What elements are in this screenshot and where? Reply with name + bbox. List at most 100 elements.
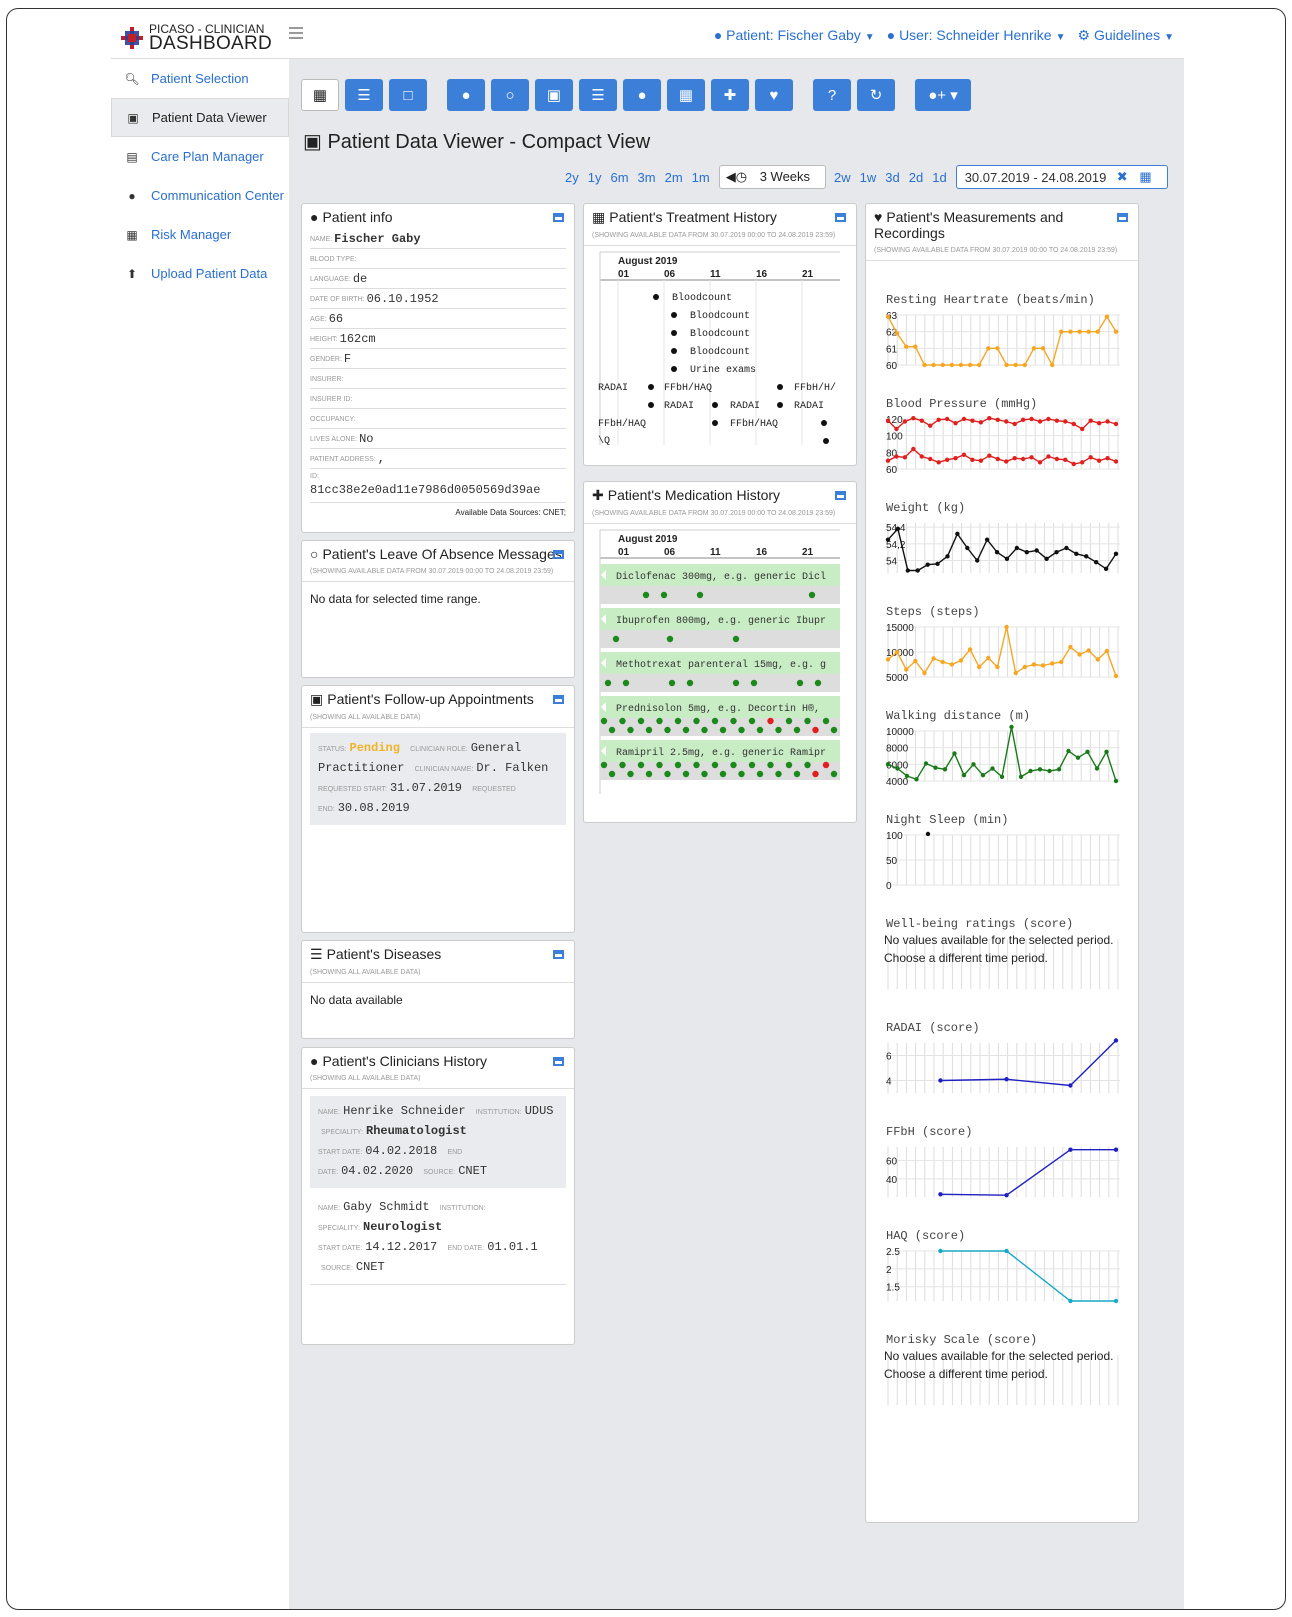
table-view-button[interactable]: ▦ — [301, 79, 339, 111]
range-3m[interactable]: 3m — [638, 170, 656, 185]
minimize-icon[interactable] — [553, 1057, 564, 1066]
chart-title: RADAI (score) — [886, 1021, 980, 1035]
event-dot — [777, 402, 783, 408]
patient-field: LIVES ALONE: No — [310, 429, 566, 449]
diseases-panel: ☰ Patient's Diseases (SHOWING ALL AVAILAB… — [301, 940, 575, 1039]
data-point — [1088, 455, 1093, 460]
data-point — [942, 767, 948, 772]
range-2w[interactable]: 2w — [834, 170, 851, 185]
guidelines-menu[interactable]: ⚙ Guidelines ▼ — [1077, 27, 1174, 44]
appointments-button[interactable]: ▣ — [535, 79, 573, 111]
gear-icon: ⚙ — [1077, 27, 1091, 43]
data-point — [940, 659, 945, 665]
minimize-icon[interactable] — [1117, 213, 1128, 222]
data-point — [1093, 559, 1099, 565]
range-2d[interactable]: 2d — [909, 170, 923, 185]
dose-dot — [738, 770, 745, 778]
data-point — [995, 346, 1000, 351]
sidebar-item-communication-center[interactable]: ● Communication Center — [111, 176, 289, 215]
data-point — [1063, 457, 1068, 463]
timeline-tick: 06 — [664, 269, 676, 280]
user-menu[interactable]: ● User: Schneider Henrike ▼ — [887, 27, 1066, 44]
medication-dots-row — [600, 630, 840, 648]
range-3d[interactable]: 3d — [885, 170, 899, 185]
dose-dot — [830, 726, 838, 734]
data-point — [944, 416, 950, 422]
hospital-icon: ▦ — [678, 87, 694, 104]
chart-grid — [887, 1251, 1119, 1301]
y-tick-label: 60 — [886, 361, 898, 372]
diseases-button[interactable]: ☰ — [579, 79, 617, 111]
data-point — [1085, 749, 1090, 755]
dose-dot — [627, 726, 634, 734]
add-user-button[interactable]: ●+ ▾ — [915, 79, 971, 111]
sidebar-item-label: Risk Manager — [151, 227, 232, 242]
patient-info-button[interactable]: ● — [447, 79, 485, 111]
top-bar: PICASO - CLINICIAN DASHBOARD ● Patient: … — [111, 9, 1184, 59]
date-range-input[interactable]: 30.07.2019 - 24.08.2019 ✖ ▦ — [955, 165, 1168, 189]
data-point — [1113, 673, 1119, 679]
data-point — [1105, 419, 1110, 424]
event-label: Urine exams — [690, 364, 756, 376]
dose-dot — [608, 726, 616, 734]
sidebar-item-care-plan-manager[interactable]: ▤ Care Plan Manager — [111, 137, 289, 176]
range-1d[interactable]: 1d — [932, 170, 946, 185]
folder-button[interactable]: □ — [389, 79, 427, 111]
minimize-icon[interactable] — [553, 550, 564, 559]
label: END DATE: — [447, 1245, 485, 1252]
data-point — [1054, 456, 1060, 462]
logo[interactable]: PICASO - CLINICIAN DASHBOARD — [121, 23, 272, 53]
range-1m[interactable]: 1m — [692, 170, 710, 185]
minimize-icon[interactable] — [835, 491, 846, 500]
data-point — [1086, 329, 1091, 334]
dose-dot — [668, 679, 676, 687]
range-2y[interactable]: 2y — [565, 170, 579, 185]
minimize-icon[interactable] — [553, 695, 564, 704]
data-point — [977, 664, 982, 670]
minimize-icon[interactable] — [835, 213, 846, 222]
field-value: 81cc38e2e0ad11e7986d0050569d39ae — [310, 483, 541, 497]
minimize-icon[interactable] — [553, 950, 564, 959]
medkit-icon: ✚ — [592, 487, 604, 503]
treatment-button[interactable]: ▦ — [667, 79, 705, 111]
timeline-tick: 01 — [618, 547, 630, 558]
medication-label: Ramipril 2.5mg, e.g. generic Ramipr — [616, 747, 826, 759]
range-6m[interactable]: 6m — [610, 170, 628, 185]
data-point — [904, 667, 909, 672]
list-view-button[interactable]: ☰ — [345, 79, 383, 111]
dose-dot — [796, 679, 804, 687]
data-point — [1044, 556, 1049, 562]
minimize-icon[interactable] — [553, 213, 564, 222]
sidebar-item-patient-data-viewer[interactable]: ▣ Patient Data Viewer — [111, 98, 289, 137]
clinicians-button[interactable]: ● — [623, 79, 661, 111]
sidebar-item-risk-manager[interactable]: ▦ Risk Manager — [111, 215, 289, 254]
data-point — [919, 454, 924, 459]
sidebar-item-upload-patient-data[interactable]: ⬆ Upload Patient Data — [111, 254, 289, 293]
patient-menu[interactable]: ● Patient: Fischer Gaby ▼ — [714, 27, 875, 44]
data-point — [1075, 755, 1081, 760]
range-1w[interactable]: 1w — [860, 170, 877, 185]
patient-field: NAME: Fischer Gaby — [310, 229, 566, 249]
range-2m[interactable]: 2m — [665, 170, 683, 185]
label: NAME: — [318, 1109, 341, 1116]
series-line — [887, 726, 1117, 782]
sidebar-item-patient-selection[interactable]: 🔍︎ Patient Selection — [111, 59, 289, 98]
clear-icon[interactable]: ✖ — [1117, 169, 1128, 185]
followup-panel: ▣ Patient's Follow-up Appointments (SHOWI… — [301, 685, 575, 933]
hamburger-icon[interactable] — [289, 27, 303, 42]
event-label: Bloodcount — [690, 328, 750, 340]
range-selected[interactable]: ◀◷ 3 Weeks — [718, 165, 827, 189]
range-1y[interactable]: 1y — [588, 170, 602, 185]
field-label: BLOOD TYPE: — [310, 256, 357, 263]
calendar-icon[interactable]: ▦ — [1139, 169, 1151, 185]
medication-button[interactable]: ✚ — [711, 79, 749, 111]
appointment-card: STATUS: Pending CLINICIAN ROLE: General Pr… — [310, 733, 566, 825]
data-point — [1028, 768, 1033, 774]
messages-button[interactable]: ○ — [491, 79, 529, 111]
measurements-button[interactable]: ♥ — [755, 79, 793, 111]
event-label: \Q — [598, 435, 610, 445]
refresh-button[interactable]: ↻ — [857, 79, 895, 111]
help-button[interactable]: ? — [813, 79, 851, 111]
panel-header: ♥ Patient's Measurements and Recordings (… — [866, 204, 1138, 260]
data-point — [1034, 548, 1039, 553]
